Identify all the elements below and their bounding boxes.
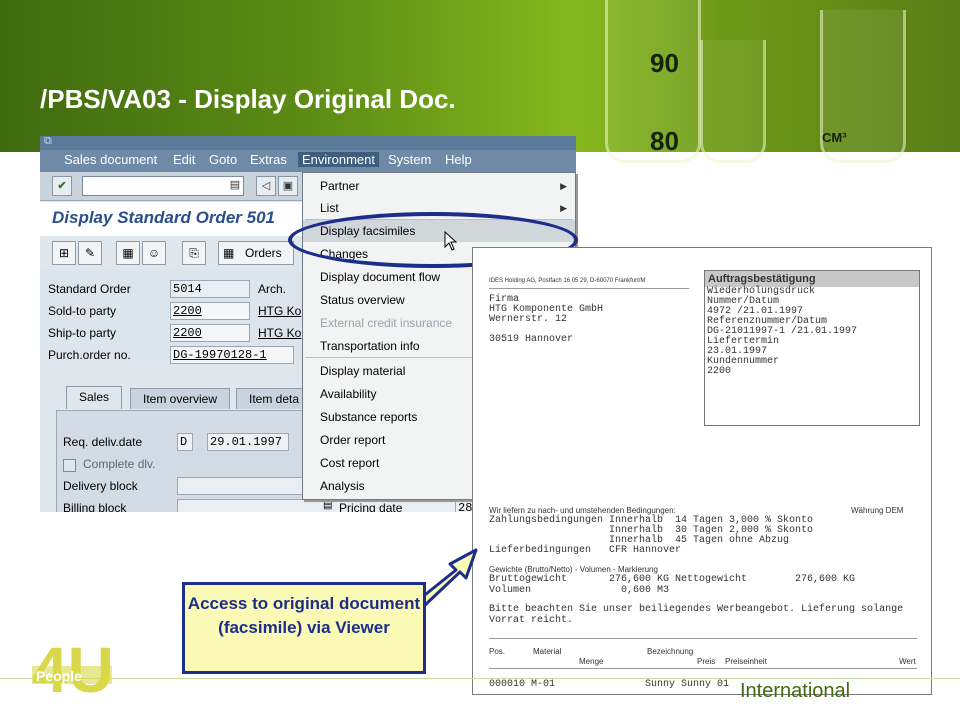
sender-line: IDES Holding AG, Postfach 16 05 29, D-60… <box>489 278 646 284</box>
menu-item-transportation-info[interactable]: Transportation info <box>320 339 420 353</box>
divider <box>489 668 917 669</box>
item-row: 000010 M-01 Sunny Sunny 01 <box>489 679 730 690</box>
mouse-pointer-icon <box>444 231 458 251</box>
menu-sales-document[interactable]: Sales document <box>64 152 157 167</box>
notice-line: Bitte beachten Sie unser beiliegendes We… <box>489 604 904 615</box>
ship-to-field[interactable]: 2200 <box>170 324 250 342</box>
save-icon[interactable]: ▣ <box>278 176 298 196</box>
menu-item-status-overview[interactable]: Status overview <box>320 293 405 307</box>
menu-bar: Sales document Edit Goto Extras Environm… <box>40 150 576 172</box>
pricing-date-label: Pricing date <box>339 501 403 512</box>
notice-line: Vorrat reicht. <box>489 615 574 626</box>
req-deliv-date-label: Req. deliv.date <box>63 435 143 449</box>
tab-item-overview[interactable]: Item overview <box>130 388 231 409</box>
back-icon[interactable]: ◁ <box>256 176 276 196</box>
history-dropdown-icon[interactable]: ▤ <box>226 176 244 194</box>
menu-item-order-report[interactable]: Order report <box>320 433 385 447</box>
partner-icon[interactable]: ☺ <box>142 241 166 265</box>
menu-edit[interactable]: Edit <box>173 152 195 167</box>
currency-label: Währung DEM <box>851 506 904 515</box>
people4u-logo: 4U People <box>32 636 114 698</box>
enter-check-icon[interactable]: ✔ <box>52 176 72 196</box>
req-deliv-date-type-field[interactable]: D <box>177 433 193 451</box>
tab-item-detail[interactable]: Item deta <box>236 388 313 409</box>
header-banner: 90 80 CM³ <box>0 0 960 163</box>
callout-box: Access to original document (facsimile) … <box>182 582 426 674</box>
glass-label-80: 80 <box>650 126 679 156</box>
menu-help[interactable]: Help <box>445 152 472 167</box>
menu-item-display-document-flow[interactable]: Display document flow <box>320 270 440 284</box>
orders-button[interactable]: ▦ Orders <box>218 241 294 265</box>
ship-to-name[interactable]: HTG Ko <box>258 326 301 340</box>
sold-to-field[interactable]: 2200 <box>170 302 250 320</box>
footer-international-text: International <box>740 680 851 702</box>
menu-item-cost-report[interactable]: Cost report <box>320 456 379 470</box>
archive-label: Arch. <box>258 282 287 296</box>
column-head-value: Wert <box>899 657 916 666</box>
billing-block-label: Billing block <box>63 501 127 512</box>
menu-item-availability[interactable]: Availability <box>320 387 376 401</box>
menu-item-partner[interactable]: Partner <box>320 179 359 193</box>
display-document-icon[interactable]: ⎘ <box>182 241 206 265</box>
svg-text:People: People <box>36 668 82 684</box>
sold-to-name[interactable]: HTG Ko <box>258 304 301 318</box>
glass-label-90: 90 <box>650 48 679 78</box>
column-head-price-unit: Preiseinheit <box>725 657 767 666</box>
req-deliv-date-field[interactable]: 29.01.1997 <box>207 433 289 451</box>
purch-order-field[interactable]: DG-19970128-1 <box>170 346 294 364</box>
column-head-pos: Pos. <box>489 647 506 656</box>
delivery-block-label: Delivery block <box>63 479 138 493</box>
confirmation-title: Auftragsbestätigung <box>705 271 919 287</box>
menu-environment[interactable]: Environment <box>298 152 379 167</box>
glass-label-cm: CM³ <box>822 130 847 145</box>
menu-item-display-material[interactable]: Display material <box>320 364 405 378</box>
document-flow-icon[interactable]: ▦ <box>116 241 140 265</box>
slide-title: /PBS/VA03 - Display Original Doc. <box>40 84 456 114</box>
confirmation-line: 2200 <box>707 366 732 377</box>
pricing-date-icon: ▤ <box>323 500 333 511</box>
conditions-intro: Wir liefern zu nach- und umstehenden Bed… <box>489 506 676 515</box>
address-line: Wernerstr. 12 <box>489 314 568 325</box>
submenu-arrow-icon: ▶ <box>560 181 567 191</box>
orders-button-label: Orders <box>245 246 282 260</box>
facsimile-document: IDES Holding AG, Postfach 16 05 29, D-60… <box>472 247 932 695</box>
weights-heading: Gewichte (Brutto/Netto) - Volumen - Mark… <box>489 565 658 574</box>
complete-delivery-label: Complete dlv. <box>83 457 156 471</box>
menu-item-analysis[interactable]: Analysis <box>320 479 365 493</box>
menu-item-external-credit-insurance: External credit insurance <box>320 316 453 330</box>
window-titlebar: ⧉ <box>40 136 576 150</box>
menu-extras[interactable]: Extras <box>250 152 287 167</box>
menu-item-substance-reports[interactable]: Substance reports <box>320 410 417 424</box>
ship-to-label: Ship-to party <box>48 326 117 340</box>
orders-grid-icon: ▦ <box>223 246 235 260</box>
divider <box>489 638 917 639</box>
tab-sales[interactable]: Sales <box>66 386 123 409</box>
screen-title: Display Standard Order 501 <box>52 208 275 227</box>
column-head-description: Bezeichnung <box>647 647 694 656</box>
command-field[interactable] <box>82 176 244 196</box>
beaker-image <box>700 40 766 163</box>
confirmation-box: Auftragsbestätigung Wiederholungsdruck N… <box>704 270 920 426</box>
complete-delivery-checkbox[interactable] <box>63 459 76 472</box>
weights-line: Bruttogewicht 276,600 KG Nettogewicht 27… <box>489 574 856 585</box>
menu-item-list[interactable]: List <box>320 201 339 215</box>
header-details-icon[interactable]: ⊞ <box>52 241 76 265</box>
column-head-material: Material <box>533 647 562 656</box>
submenu-arrow-icon: ▶ <box>560 203 567 213</box>
sold-to-label: Sold-to party <box>48 304 117 318</box>
column-head-price: Preis <box>697 657 716 666</box>
weights-line: Volumen 0,600 M3 <box>489 585 670 596</box>
window-icon: ⧉ <box>44 136 52 147</box>
address-line: 30519 Hannover <box>489 334 574 345</box>
menu-system[interactable]: System <box>388 152 431 167</box>
menu-goto[interactable]: Goto <box>209 152 237 167</box>
column-head-quantity: Menge <box>579 657 604 666</box>
standard-order-label: Standard Order <box>48 282 131 296</box>
item-details-icon[interactable]: ✎ <box>78 241 102 265</box>
divider <box>489 288 689 289</box>
delivery-terms-line: Lieferbedingungen CFR Hannover <box>489 545 682 556</box>
standard-order-field[interactable]: 5014 <box>170 280 250 298</box>
purch-order-label: Purch.order no. <box>48 348 131 362</box>
